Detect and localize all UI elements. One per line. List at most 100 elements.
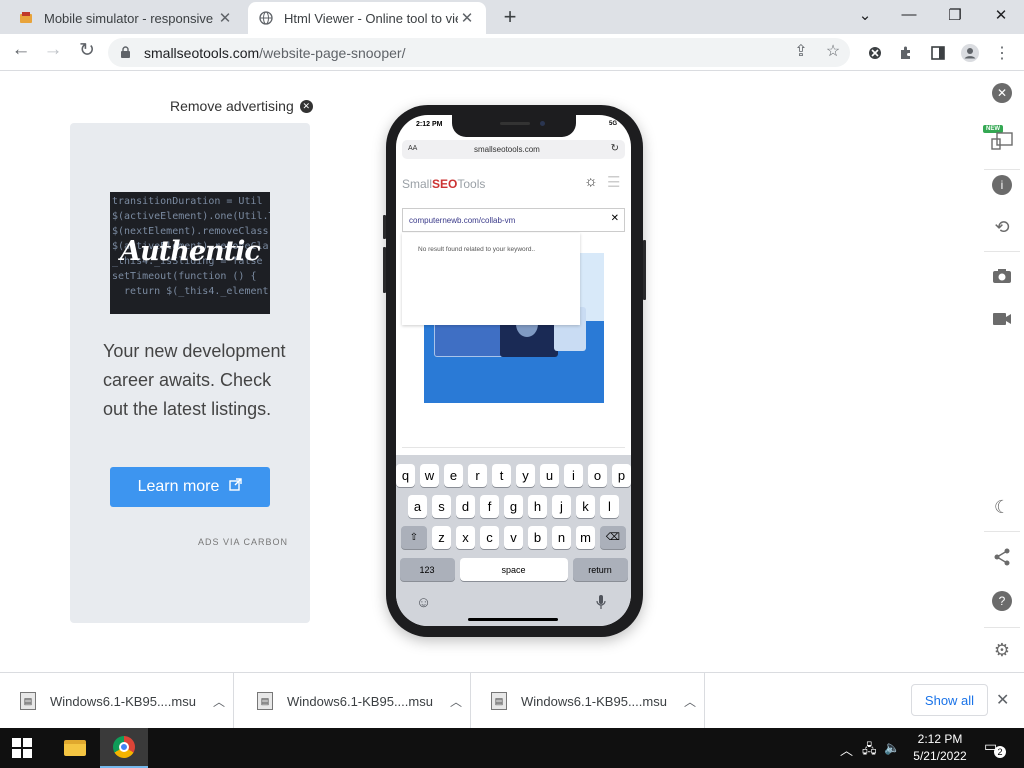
key-b[interactable]: b [528,526,547,549]
video-icon[interactable] [990,307,1014,331]
key-p[interactable]: p [612,464,631,487]
side-panel-icon[interactable] [927,42,949,64]
ad-image-brand: Authentic [120,236,261,267]
key-i[interactable]: i [564,464,583,487]
key-e[interactable]: e [444,464,463,487]
remove-advertising-link[interactable]: Remove advertising ✕ [170,98,313,114]
close-window-button[interactable]: ✕ [988,6,1014,24]
tab-close-icon[interactable]: ✕ [458,9,476,27]
key-x[interactable]: x [456,526,475,549]
address-bar[interactable]: smallseotools.com/website-page-snooper/ [108,38,850,67]
share-page-icon[interactable]: ⇪ [790,41,812,61]
file-explorer-icon[interactable] [51,728,99,768]
download-item[interactable]: ▤ Windows6.1-KB95....msu ︿ [0,673,234,729]
chrome-taskbar-icon[interactable] [100,728,148,768]
minimize-button[interactable]: — [896,6,922,23]
key-d[interactable]: d [456,495,475,518]
help-icon[interactable]: ? [992,591,1012,611]
key-z[interactable]: z [432,526,451,549]
chevron-up-icon[interactable]: ︿ [676,693,704,710]
key-n[interactable]: n [552,526,571,549]
tab-close-icon[interactable]: ✕ [216,9,234,27]
windows-start-icon[interactable] [12,738,32,758]
key-h[interactable]: h [528,495,547,518]
devices-icon[interactable] [990,129,1014,153]
key-r[interactable]: r [468,464,487,487]
smallseotools-logo[interactable]: SmallSEOTools [402,177,485,191]
moon-icon[interactable]: ☾ [990,495,1014,519]
maximize-button[interactable]: ❐ [942,6,968,24]
clock-date: 5/21/2022 [913,749,967,763]
key-f[interactable]: f [480,495,499,518]
ad-text[interactable]: Your new development career awaits. Chec… [103,337,293,424]
delete-key[interactable]: ⌫ [600,526,626,549]
hamburger-menu-icon[interactable]: ☰ [607,173,620,191]
taskbar-clock[interactable]: 2:12 PM 5/21/2022 [900,731,980,765]
close-downloads-icon[interactable]: ✕ [996,690,1009,710]
tab-html-viewer[interactable]: Html Viewer - Online tool to view ✕ [248,2,486,34]
mobile-search-input[interactable]: computernewb.com/collab-vm ✕ [402,208,625,232]
profile-avatar-icon[interactable] [959,42,981,64]
shift-key[interactable]: ⇧ [401,526,427,549]
key-u[interactable]: u [540,464,559,487]
settings-icon[interactable]: ⚙ [990,638,1014,662]
return-key[interactable]: return [572,558,628,581]
extensions-puzzle-icon[interactable] [895,42,917,64]
lock-icon [120,46,136,59]
search-suggestions-dropdown: No result found related to your keyword.… [402,233,580,325]
key-s[interactable]: s [432,495,451,518]
share-icon[interactable] [990,545,1014,569]
key-m[interactable]: m [576,526,595,549]
phone-power-button [643,240,646,300]
chevron-up-tray-icon[interactable]: ︿ [840,740,853,759]
key-t[interactable]: t [492,464,511,487]
clear-search-icon[interactable]: ✕ [611,213,619,224]
numbers-key[interactable]: 123 [399,558,455,581]
key-y[interactable]: y [516,464,535,487]
network-icon[interactable]: 🖧 [862,740,877,762]
key-j[interactable]: j [552,495,571,518]
notification-count: 2 [994,746,1006,758]
ad-image[interactable]: transitionDuration = Util $(activeElemen… [110,192,270,314]
close-icon[interactable]: ✕ [992,83,1012,103]
camera-icon[interactable] [990,264,1014,288]
ads-via-carbon-label[interactable]: ADS VIA CARBON [198,537,288,547]
more-menu-icon[interactable]: ⋮ [991,42,1013,64]
sun-theme-icon[interactable]: ☼ [584,173,598,190]
back-icon[interactable]: ← [8,39,34,61]
key-l[interactable]: l [600,495,619,518]
key-c[interactable]: c [480,526,499,549]
chevron-up-icon[interactable]: ︿ [442,693,470,710]
show-all-button[interactable]: Show all [911,684,988,716]
key-w[interactable]: w [420,464,439,487]
mobile-url-bar[interactable]: AA smallseotools.com ↻ [402,140,625,159]
key-g[interactable]: g [504,495,523,518]
chevron-up-icon[interactable]: ︿ [205,693,233,710]
key-a[interactable]: a [408,495,427,518]
notification-center-icon[interactable]: ▭ 2 [984,738,1006,758]
rotate-icon[interactable]: ⟲ [990,215,1014,239]
bookmark-star-icon[interactable]: ☆ [822,41,844,61]
mobile-aa-button[interactable]: AA [408,145,417,152]
extension-blocked-icon[interactable] [864,42,886,64]
learn-more-button[interactable]: Learn more [110,467,270,507]
download-item[interactable]: ▤ Windows6.1-KB95....msu ︿ [471,673,705,729]
download-item[interactable]: ▤ Windows6.1-KB95....msu ︿ [237,673,471,729]
volume-icon[interactable]: 🔈 [884,740,900,756]
key-v[interactable]: v [504,526,523,549]
key-q[interactable]: q [396,464,415,487]
mobile-reload-icon[interactable]: ↻ [611,143,619,154]
emoji-icon[interactable]: ☺ [416,594,431,611]
new-tab-button[interactable]: + [498,4,522,30]
info-icon[interactable]: i [992,175,1012,195]
key-k[interactable]: k [576,495,595,518]
phone-screen: 2:12 PM 5G AA smallseotools.com ↻ SmallS… [396,115,631,626]
reload-icon[interactable]: ↻ [74,39,100,62]
download-filename: Windows6.1-KB95....msu [50,693,196,709]
space-key[interactable]: space [459,558,568,581]
microphone-icon[interactable] [596,594,606,614]
tab-mobile-simulator[interactable]: Mobile simulator - responsive te ✕ [8,2,244,34]
forward-icon[interactable]: → [40,39,66,61]
window-dropdown-icon[interactable]: ⌄ [852,6,878,24]
key-o[interactable]: o [588,464,607,487]
